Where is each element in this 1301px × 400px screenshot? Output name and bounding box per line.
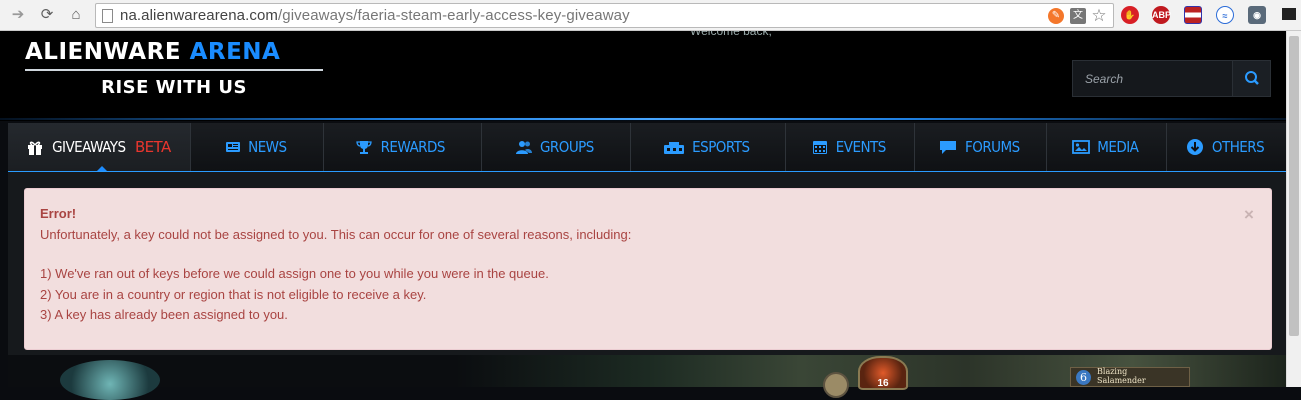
coin-art xyxy=(823,372,849,398)
url-text[interactable]: na.alienwarearena.com/giveaways/faeria-s… xyxy=(120,7,630,24)
alert-title: Error! xyxy=(40,206,77,221)
nav-label: OTHERS xyxy=(1211,138,1265,156)
flag-icon[interactable] xyxy=(1184,6,1202,24)
address-bar[interactable]: na.alienwarearena.com/giveaways/faeria-s… xyxy=(95,3,1114,28)
beta-badge: BETA xyxy=(134,138,171,156)
card-cost: 6 xyxy=(1076,370,1091,385)
news-icon xyxy=(226,142,241,152)
scrollbar-thumb[interactable] xyxy=(1289,36,1299,336)
shield-value: 16 xyxy=(877,378,889,389)
site-logo[interactable]: ALIENWARE ARENA RISE WITH US xyxy=(25,39,323,98)
nav-label: MEDIA xyxy=(1097,138,1139,156)
page-icon xyxy=(102,9,113,23)
users-icon xyxy=(515,141,532,154)
character-art xyxy=(60,360,160,400)
abp-icon[interactable]: ABP xyxy=(1152,6,1171,24)
error-alert: × Error! Unfortunately, a key could not … xyxy=(24,188,1272,350)
nav-label: ESPORTS xyxy=(691,138,750,156)
welcome-text: Welcome back, xyxy=(690,31,772,37)
alert-reason: 3) A key has already been assigned to yo… xyxy=(40,307,288,322)
logo-divider xyxy=(25,69,323,71)
search-button[interactable] xyxy=(1232,60,1271,97)
bookmark-star-icon[interactable]: ☆ xyxy=(1091,7,1107,24)
eye-icon[interactable]: ◉ xyxy=(1248,6,1266,24)
alert-reason: 2) You are in a country or region that i… xyxy=(40,287,427,302)
nav-label: REWARDS xyxy=(380,138,446,156)
logo-tagline: RISE WITH US xyxy=(101,77,247,98)
nav-label: EVENTS xyxy=(835,138,887,156)
main-nav: GIVEAWAYS BETA NEWS REWARDS GROUPS ESPOR… xyxy=(8,123,1286,172)
search-input[interactable] xyxy=(1073,61,1233,96)
logo-wordmark: ALIENWARE ARENA xyxy=(25,39,281,65)
nav-item-esports[interactable]: ESPORTS xyxy=(630,123,785,171)
esports-icon xyxy=(663,142,684,154)
alert-intro: Unfortunately, a key could not be assign… xyxy=(40,227,632,242)
nav-item-rewards[interactable]: REWARDS xyxy=(323,123,481,171)
browser-toolbar: ➔ ⟳ ⌂ na.alienwarearena.com/giveaways/fa… xyxy=(0,0,1301,31)
header-glow-line xyxy=(0,118,1301,120)
close-icon[interactable]: × xyxy=(1244,205,1254,225)
nav-item-events[interactable]: EVENTS xyxy=(785,123,914,171)
shield-art: 16 xyxy=(858,356,908,390)
reload-icon[interactable]: ⟳ xyxy=(37,5,57,25)
card-name: Blazing Salamender xyxy=(1097,367,1146,385)
chat-icon xyxy=(939,141,956,154)
nav-item-media[interactable]: MEDIA xyxy=(1046,123,1166,171)
calendar-icon xyxy=(812,141,827,154)
nav-item-news[interactable]: NEWS xyxy=(190,123,323,171)
pen-icon[interactable]: ✎ xyxy=(1048,8,1064,24)
nav-item-giveaways[interactable]: GIVEAWAYS BETA xyxy=(8,123,190,172)
nav-label: GROUPS xyxy=(539,138,594,156)
sync-icon[interactable]: ≈ xyxy=(1216,6,1234,24)
search-icon xyxy=(1245,71,1259,85)
nav-label: FORUMS xyxy=(964,138,1020,156)
menu-icon[interactable] xyxy=(1282,8,1296,20)
stop-icon[interactable]: ✋ xyxy=(1121,6,1139,24)
nav-label: NEWS xyxy=(248,138,287,156)
trophy-icon xyxy=(356,141,372,154)
arrow-circle-icon xyxy=(1186,139,1203,155)
nav-item-groups[interactable]: GROUPS xyxy=(481,123,630,171)
translate-icon[interactable]: 文 xyxy=(1070,8,1086,24)
forward-icon[interactable]: ➔ xyxy=(8,5,28,25)
gift-icon xyxy=(28,141,43,155)
image-icon xyxy=(1072,140,1091,154)
alert-reason: 1) We've ran out of keys before we could… xyxy=(40,266,549,281)
nav-label: GIVEAWAYS xyxy=(52,138,126,156)
nav-item-forums[interactable]: FORUMS xyxy=(914,123,1046,171)
nav-item-others[interactable]: OTHERS xyxy=(1166,123,1286,171)
home-icon[interactable]: ⌂ xyxy=(66,5,86,25)
